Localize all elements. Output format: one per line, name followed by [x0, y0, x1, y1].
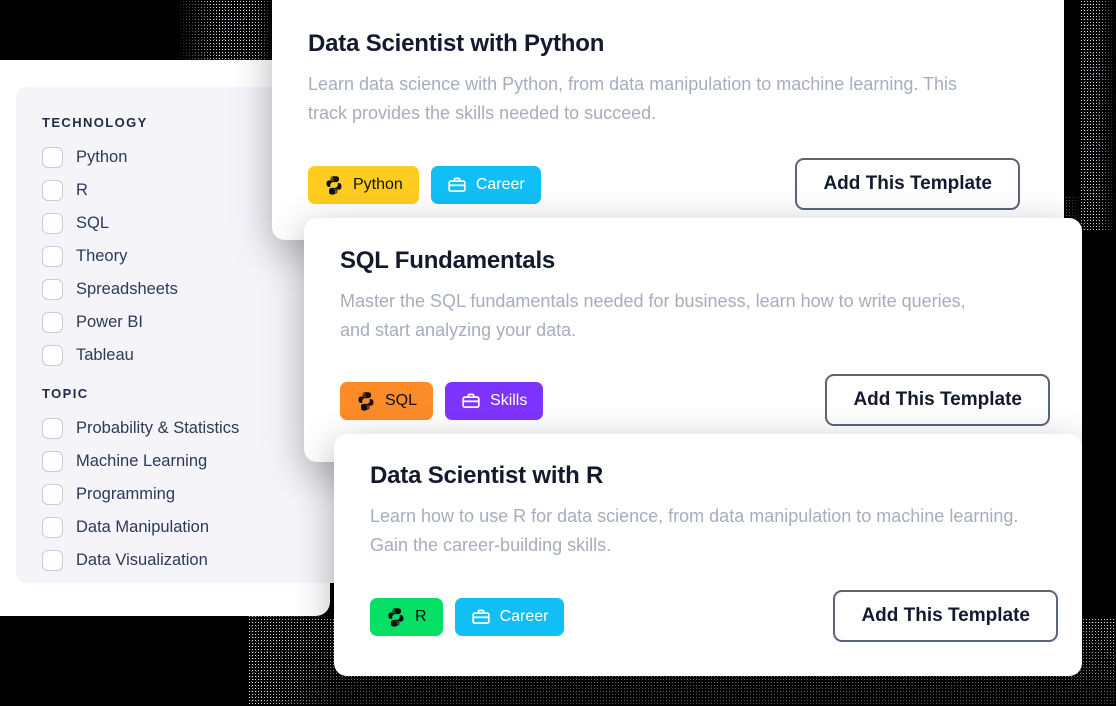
course-card-title: Data Scientist with Python — [308, 30, 605, 57]
course-tag-skills[interactable]: Skills — [445, 382, 544, 420]
filter-checkbox-row[interactable]: Spreadsheets — [42, 273, 178, 306]
filter-checkbox-label: Probability & Statistics — [76, 419, 240, 437]
filter-group-heading: TOPIC — [42, 386, 89, 401]
course-tag-label: R — [415, 608, 427, 625]
filter-group-technology: TECHNOLOGY Python R SQL Theory Spreadsheets Po… — [42, 115, 178, 372]
background-noise-patch — [176, 0, 272, 60]
background-noise-patch — [1080, 0, 1116, 230]
checkbox-icon[interactable] — [42, 213, 63, 234]
filter-checkbox-label: Programming — [76, 485, 176, 503]
briefcase-icon — [471, 609, 490, 625]
briefcase-icon — [448, 177, 466, 193]
checkbox-icon[interactable] — [42, 246, 63, 267]
filter-checkbox-row[interactable]: SQL — [42, 207, 178, 240]
filter-checkbox-label: Data Manipulation — [76, 518, 209, 536]
checkbox-icon[interactable] — [42, 484, 63, 505]
checkbox-icon[interactable] — [42, 418, 63, 439]
checkbox-icon[interactable] — [42, 147, 63, 168]
briefcase-icon — [462, 393, 480, 409]
course-tag-label: SQL — [385, 392, 418, 409]
filter-checkbox-label: Power BI — [76, 313, 143, 331]
course-card-description: Master the SQL fundamentals needed for b… — [340, 291, 966, 341]
add-this-template-button[interactable]: Add This Template — [825, 374, 1050, 426]
filter-checkbox-row[interactable]: Data Visualization — [42, 544, 239, 577]
course-card-tag-row: Python Career — [308, 166, 541, 204]
checkbox-icon[interactable] — [42, 312, 63, 333]
filter-checkbox-row[interactable]: Machine Learning — [42, 445, 239, 478]
filter-checkbox-row[interactable]: Programming — [42, 478, 239, 511]
course-tag-label: Career — [475, 176, 525, 193]
checkbox-icon[interactable] — [42, 550, 63, 571]
course-tag-label: Career — [499, 608, 549, 625]
filter-checkbox-label: Machine Learning — [76, 452, 208, 470]
course-card-title: SQL Fundamentals — [340, 247, 556, 274]
add-this-template-button[interactable]: Add This Template — [795, 158, 1020, 210]
filter-checkbox-label: Spreadsheets — [76, 280, 178, 298]
checkbox-icon[interactable] — [42, 180, 63, 201]
checkbox-icon[interactable] — [42, 451, 63, 472]
course-tag-sql[interactable]: SQL — [340, 382, 434, 420]
course-tag-r[interactable]: R — [370, 598, 443, 636]
filter-checkbox-row[interactable]: Python — [42, 141, 178, 174]
filter-checkbox-label: SQL — [76, 214, 110, 232]
course-card-description: Learn data science with Python, from dat… — [308, 74, 958, 124]
filter-checkbox-label: Data Visualization — [76, 551, 208, 569]
course-card-description: Learn how to use R for data science, fro… — [370, 506, 1019, 556]
filter-checkbox-row[interactable]: Probability & Statistics — [42, 412, 239, 445]
filter-group-topic: TOPIC Probability & Statistics Machine Lea… — [42, 386, 239, 577]
course-card-title: Data Scientist with R — [370, 462, 604, 489]
screenshot-stage: TECHNOLOGY Python R SQL Theory Spreadsheets Po… — [0, 0, 1116, 706]
add-this-template-button[interactable]: Add This Template — [833, 590, 1058, 642]
checkbox-icon[interactable] — [42, 345, 63, 366]
checkbox-icon[interactable] — [42, 279, 63, 300]
course-tag-career[interactable]: Career — [430, 166, 541, 204]
course-card[interactable]: Data Scientist with R Learn how to use R … — [334, 434, 1082, 676]
python-logo-icon — [326, 176, 342, 195]
course-tag-python[interactable]: Python — [308, 166, 419, 204]
python-logo-icon — [388, 608, 404, 627]
course-card[interactable]: Data Scientist with Python Learn data sci… — [272, 0, 1064, 240]
course-card-tag-row: SQL Skills — [340, 382, 544, 420]
filter-group-heading: TECHNOLOGY — [42, 115, 148, 130]
course-tag-label: Skills — [490, 392, 528, 409]
filter-checkbox-row[interactable]: Power BI — [42, 306, 178, 339]
filter-checkbox-row[interactable]: Tableau — [42, 339, 178, 372]
python-logo-icon — [358, 392, 374, 411]
course-tag-career[interactable]: Career — [454, 598, 565, 636]
filter-checkbox-row[interactable]: Theory — [42, 240, 178, 273]
filter-checkbox-row[interactable]: Data Manipulation — [42, 511, 239, 544]
checkbox-icon[interactable] — [42, 517, 63, 538]
filter-checkbox-label: Tableau — [76, 346, 134, 364]
filter-checkbox-label: R — [76, 181, 88, 199]
course-card-tag-row: R Career — [370, 598, 565, 636]
course-card[interactable]: SQL Fundamentals Master the SQL fundament… — [304, 218, 1082, 462]
filter-checkbox-label: Theory — [76, 247, 128, 265]
course-tag-label: Python — [353, 176, 403, 193]
filter-checkbox-label: Python — [76, 148, 128, 166]
filter-checkbox-row[interactable]: R — [42, 174, 178, 207]
